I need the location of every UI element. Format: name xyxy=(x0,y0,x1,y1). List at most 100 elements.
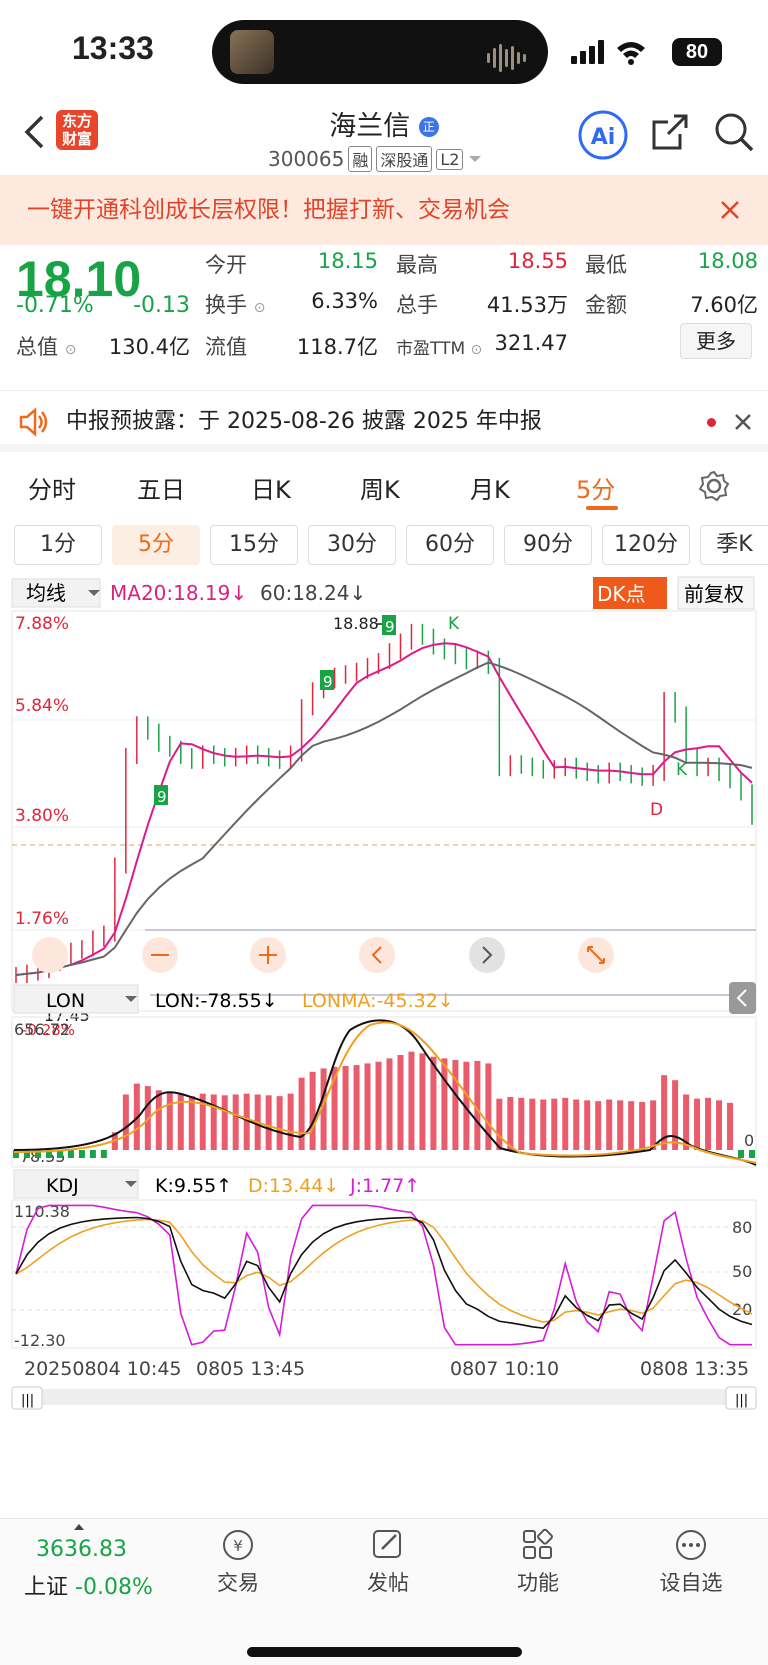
tab-daily-k[interactable]: 日K xyxy=(251,470,291,505)
period-90min[interactable]: 90分 xyxy=(504,525,592,565)
lon-bar xyxy=(595,1101,602,1150)
volume-value: 41.53万 xyxy=(486,293,568,317)
kdj-k: K:9.55↑ xyxy=(155,1175,232,1197)
svg-text:9: 9 xyxy=(157,788,167,806)
lon-bar xyxy=(716,1100,723,1150)
y-label-4: 1.76% xyxy=(15,909,69,929)
period-60min[interactable]: 60分 xyxy=(406,525,494,565)
y-label-2: 5.84% xyxy=(15,696,69,716)
change-amount: -0.13 xyxy=(133,293,190,318)
lon-bar xyxy=(694,1098,701,1150)
more-button[interactable]: 更多 xyxy=(680,323,752,359)
period-5min[interactable]: 5分 xyxy=(112,525,200,565)
lonma-value: LONMA:-45.32↓ xyxy=(302,990,454,1012)
chevron-down-icon[interactable] xyxy=(467,153,483,165)
lon-bar xyxy=(364,1063,371,1150)
low-label: 最低 xyxy=(585,253,627,277)
lon-bar xyxy=(507,1096,514,1150)
high-label: 最高 xyxy=(396,253,438,277)
nav-trade[interactable]: ¥ 交易 xyxy=(208,1527,268,1597)
speaker-icon xyxy=(19,407,48,437)
index-row[interactable]: 上证 -0.08% xyxy=(24,1569,153,1601)
chevron-left-icon[interactable] xyxy=(359,937,395,973)
tag-level2: L2 xyxy=(436,148,464,170)
gear-icon[interactable] xyxy=(698,470,730,502)
close-icon[interactable] xyxy=(720,200,740,220)
lon-bar xyxy=(496,1098,503,1150)
lon-bars xyxy=(13,1051,755,1158)
lon-bar xyxy=(210,1094,217,1150)
lon-bar xyxy=(386,1058,393,1150)
dynamic-island[interactable] xyxy=(212,20,548,84)
triangle-up-icon xyxy=(74,1524,84,1530)
lon-bar xyxy=(430,1056,437,1150)
banner-text: 一键开通科创成长层权限！把握打新、交易机会 xyxy=(27,197,510,223)
lon-bar xyxy=(78,1150,85,1158)
svg-text:¥: ¥ xyxy=(233,1537,243,1555)
tab-weekly-k[interactable]: 周K xyxy=(360,470,400,505)
lon-bar xyxy=(452,1060,459,1150)
lon-bar xyxy=(705,1097,712,1150)
tab-five-day[interactable]: 五日 xyxy=(137,470,185,505)
period-quarter-k[interactable]: 季K xyxy=(700,525,768,565)
amount-label: 金额 xyxy=(585,293,627,317)
promo-banner[interactable]: 一键开通科创成长层权限！把握打新、交易机会 xyxy=(0,175,768,245)
lon-bar xyxy=(562,1097,569,1150)
zoom-out-far-icon[interactable] xyxy=(32,937,68,973)
high-price-label: 18.88 xyxy=(333,614,379,633)
notice-text: 中报预披露：于 2025-08-26 披露 2025 年中报 xyxy=(66,409,542,434)
high-value: 18.55 xyxy=(507,249,568,273)
period-1min[interactable]: 1分 xyxy=(14,525,102,565)
pe-value: 321.47 xyxy=(494,331,568,355)
lon-bar xyxy=(727,1102,734,1150)
lon-bar xyxy=(573,1099,580,1150)
status-bar: 13:33 80 xyxy=(0,0,768,100)
j-line xyxy=(15,1204,752,1346)
earnings-notice[interactable]: 中报预披露：于 2025-08-26 披露 2025 年中报 xyxy=(0,390,768,452)
kdj-name: KDJ xyxy=(46,1175,79,1197)
lon-bar xyxy=(584,1100,591,1150)
stock-code-row: 300065 融 深股通 L2 xyxy=(268,146,483,172)
lon-bar xyxy=(650,1100,657,1150)
kdj-level-50: 50 xyxy=(732,1262,752,1281)
tab-monthly-k[interactable]: 月K xyxy=(470,470,510,505)
trade-icon: ¥ xyxy=(223,1530,253,1560)
lon-max: 656.72 xyxy=(14,1020,70,1039)
open-value: 18.15 xyxy=(317,249,378,273)
date-label-4: 0808 13:35 xyxy=(640,1358,749,1380)
tab-intraday[interactable]: 分时 xyxy=(28,470,76,505)
quote-panel: 18.10 -0.71% -0.13 今开 18.15 最高 18.55 最低 … xyxy=(0,245,768,390)
title-badge: 正 xyxy=(418,117,439,137)
svg-text:9: 9 xyxy=(323,673,333,691)
lon-bar xyxy=(529,1098,536,1150)
kdj-min: -12.30 xyxy=(14,1331,66,1350)
kdj-level-80: 80 xyxy=(732,1218,752,1237)
nav-watchlist[interactable]: 设自选 xyxy=(654,1527,728,1597)
total-cap-label: 总值 ⊙ xyxy=(16,335,77,359)
lon-bar xyxy=(287,1093,294,1150)
indicator-label: 均线 xyxy=(26,581,66,605)
grid-icon xyxy=(523,1528,553,1559)
period-30min[interactable]: 30分 xyxy=(308,525,396,565)
period-120min[interactable]: 120分 xyxy=(602,525,690,565)
period-15min[interactable]: 15分 xyxy=(210,525,298,565)
collapse-button[interactable] xyxy=(729,982,756,1014)
index-value[interactable]: 3636.83 xyxy=(36,1537,127,1562)
lon-bar xyxy=(100,1150,107,1158)
lon-bar xyxy=(606,1099,613,1150)
lon-bar xyxy=(342,1065,349,1150)
lon-bar xyxy=(221,1095,228,1150)
tab-5min[interactable]: 5分 xyxy=(576,470,615,505)
d-line xyxy=(15,1218,753,1323)
info-icon[interactable]: ⊙ xyxy=(65,342,77,358)
time-scrollbar[interactable] xyxy=(12,1389,756,1405)
chevron-right-icon[interactable] xyxy=(469,937,505,973)
info-icon[interactable]: ⊙ xyxy=(254,300,266,316)
nav-functions[interactable]: 功能 xyxy=(508,1527,568,1597)
bottom-nav: 3636.83 上证 -0.08% ¥ 交易 发帖 功能 设自选 xyxy=(0,1518,768,1665)
kline-chart-area[interactable]: 均线 MA20:18.19↓ 60:18.24↓ DK点 前复权 7.88% 5… xyxy=(0,575,768,1520)
lon-bar xyxy=(551,1098,558,1150)
clock: 13:33 xyxy=(72,30,154,66)
close-icon[interactable] xyxy=(734,413,752,431)
nav-post[interactable]: 发帖 xyxy=(358,1527,418,1597)
